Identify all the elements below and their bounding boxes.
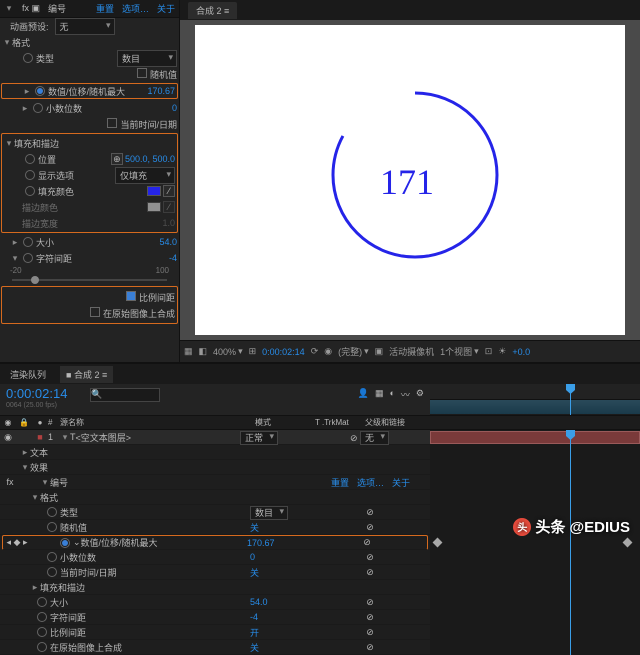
twirl-icon[interactable]: ▾	[4, 138, 14, 149]
eyedropper-icon: ⁄	[163, 201, 175, 213]
composite-checkbox[interactable]	[90, 307, 100, 317]
strokecolor-label: 描边颜色	[22, 201, 58, 214]
date-checkbox[interactable]	[107, 118, 117, 128]
preview-footer: ▦ ◧ 400% ▾ ⊞ 0:00:02:14 ⟳ ◉ (完整) ▾ ▣ 活动摄…	[180, 340, 640, 362]
anim-preset-dropdown[interactable]: 无	[55, 18, 115, 35]
size-label: 大小	[36, 236, 54, 249]
timecode-display[interactable]: 0:00:02:14	[262, 347, 305, 357]
channel-icon[interactable]: ◧	[199, 346, 208, 357]
tracking-label: 字符间距	[36, 252, 72, 265]
toutiao-logo-icon: 头	[513, 518, 531, 536]
snapshot-icon[interactable]: ◉	[324, 346, 332, 357]
random-checkbox[interactable]	[137, 68, 147, 78]
time-ruler[interactable]	[430, 384, 640, 400]
decimal-label: 小数位数	[46, 102, 82, 115]
type-dropdown[interactable]: 数目	[117, 50, 177, 67]
current-time[interactable]: 0:00:02:14	[6, 386, 67, 401]
resolution-dropdown[interactable]: (完整) ▾	[338, 345, 369, 358]
stopwatch-icon[interactable]	[23, 253, 33, 263]
stopwatch-icon[interactable]	[25, 186, 35, 196]
twirl-icon[interactable]: ▸	[22, 86, 32, 97]
view-dropdown[interactable]: 1个视图 ▾	[440, 345, 479, 358]
comp-tab[interactable]: ■ 合成 2 ≡	[60, 366, 113, 383]
type-label: 类型	[36, 52, 54, 65]
effects-panel: ▾ fx ▣ 编号 重置 选项… 关于 动画预设: 无 ▾格式 类型 数目 随机…	[0, 0, 180, 362]
twirl-icon[interactable]: ▾	[60, 432, 70, 443]
position-label: 位置	[38, 153, 56, 166]
stopwatch-icon[interactable]	[25, 170, 35, 180]
preview-canvas[interactable]: 171	[180, 20, 640, 340]
playhead[interactable]	[570, 384, 571, 415]
mode-dropdown[interactable]: 正常	[240, 431, 278, 445]
fillstroke-section: 填充和描边	[14, 137, 59, 150]
alpha-icon[interactable]: ▦	[184, 346, 193, 357]
draft-icon[interactable]: ⚙	[416, 388, 424, 401]
crosshair-icon[interactable]: ⊕	[111, 153, 123, 165]
fx-badge: fx ▣	[22, 3, 40, 14]
options-link[interactable]: 选项…	[122, 2, 149, 15]
value-number[interactable]: 170.67	[147, 86, 175, 96]
camera-dropdown[interactable]: 活动摄像机	[389, 345, 434, 358]
collapse-icon[interactable]: ▾	[4, 3, 14, 14]
decimal-value[interactable]: 0	[172, 103, 177, 113]
watermark: 头 头条 @EDIUS	[513, 516, 630, 537]
zoom-dropdown[interactable]: 400% ▾	[213, 346, 243, 357]
col-name[interactable]: 源名称	[60, 417, 255, 428]
twirl-icon[interactable]: ▾	[10, 253, 20, 264]
stopwatch-icon[interactable]	[35, 86, 45, 96]
shy-icon[interactable]: 👤	[358, 388, 369, 401]
roi-icon[interactable]: ▣	[375, 346, 384, 357]
graph-icon[interactable]: 〰	[401, 388, 410, 401]
strokewidth-value: 1.0	[162, 218, 175, 228]
parent-dropdown[interactable]: 无	[360, 431, 389, 445]
twirl-icon[interactable]: ▾	[2, 37, 12, 48]
exposure-value[interactable]: +0.0	[512, 347, 530, 357]
twirl-icon[interactable]: ▸	[10, 237, 20, 248]
layer-duration-bar[interactable]	[430, 431, 640, 444]
grid-icon[interactable]: ⊞	[249, 346, 257, 357]
display-dropdown[interactable]: 仅填充	[115, 167, 175, 184]
frame-blend-icon[interactable]: ▦	[375, 388, 384, 401]
preview-tab[interactable]: 合成 2 ≡	[188, 2, 237, 19]
strokewidth-label: 描边宽度	[22, 217, 58, 230]
position-value[interactable]: 500.0, 500.0	[125, 154, 175, 164]
twirl-icon[interactable]: ▸	[20, 103, 30, 114]
stopwatch-icon[interactable]	[33, 103, 43, 113]
anim-preset-label: 动画预设:	[10, 20, 49, 33]
stopwatch-icon[interactable]	[23, 53, 33, 63]
display-label: 显示选项	[38, 169, 74, 182]
col-parent[interactable]: 父级和链接	[365, 417, 445, 428]
composition-preview: 合成 2 ≡ 171 ▦ ◧ 400% ▾ ⊞ 0:00:02:14 ⟳ ◉ (…	[180, 0, 640, 362]
stopwatch-icon[interactable]	[23, 237, 33, 247]
reset-link[interactable]: 重置	[96, 2, 114, 15]
tracking-slider[interactable]	[12, 279, 167, 281]
shutter-icon[interactable]: ⟳	[311, 346, 319, 357]
col-mode[interactable]: 模式	[255, 417, 315, 428]
fillcolor-label: 填充颜色	[38, 185, 74, 198]
layer-name[interactable]: <空文本图层>	[76, 431, 132, 444]
stroke-color-chip	[147, 202, 161, 212]
view-icon[interactable]: ⊡	[485, 346, 493, 357]
about-link[interactable]: 关于	[157, 2, 175, 15]
motion-blur-icon[interactable]: ◐	[389, 388, 394, 401]
exposure-icon[interactable]: ☀	[498, 346, 506, 357]
timeline-panel: 渲染队列 ■ 合成 2 ≡ 0:00:02:14 0064 (25.00 fps…	[0, 362, 640, 655]
render-queue-tab[interactable]: 渲染队列	[4, 366, 52, 383]
format-section: 格式	[12, 36, 30, 49]
fill-color-chip[interactable]	[147, 186, 161, 196]
value-label: 数值/位移/随机最大	[48, 85, 125, 98]
col-trkmat[interactable]: T .TrkMat	[315, 418, 365, 427]
effect-name[interactable]: 编号	[48, 2, 66, 15]
stopwatch-icon[interactable]	[25, 154, 35, 164]
number-display: 171	[380, 161, 434, 203]
eyedropper-icon[interactable]: ⁄	[163, 185, 175, 197]
layer-search[interactable]: 🔍	[90, 388, 160, 402]
proportional-checkbox[interactable]	[126, 291, 136, 301]
size-value[interactable]: 54.0	[159, 237, 177, 247]
tracking-value[interactable]: -4	[169, 253, 177, 263]
layer-index: 1	[48, 432, 60, 442]
work-area[interactable]	[430, 400, 640, 414]
